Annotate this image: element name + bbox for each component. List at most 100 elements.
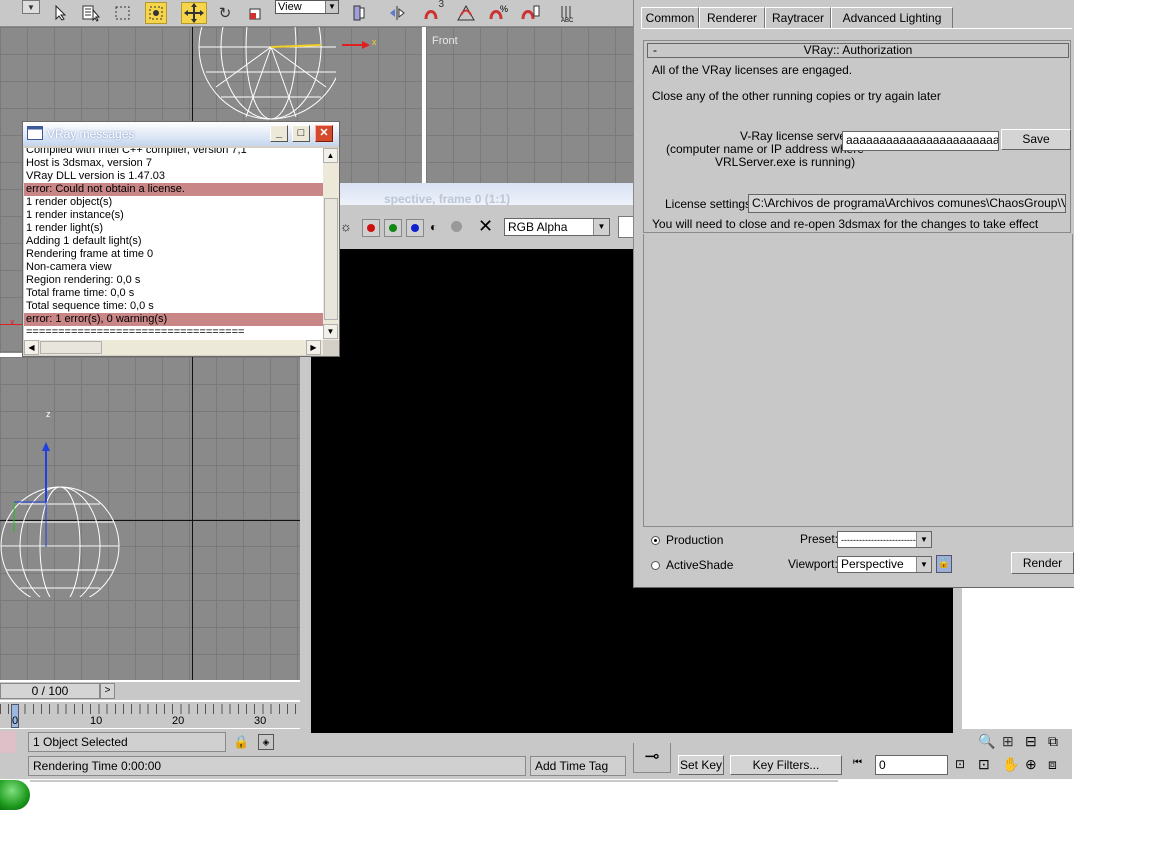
clone-frame-icon[interactable]: ☼ (340, 219, 354, 237)
mono-display-icon[interactable]: ◐ (430, 220, 437, 234)
start-button-orb[interactable] (0, 780, 30, 810)
green-channel-button[interactable] (384, 219, 402, 237)
preset-dropdown[interactable]: ---------------------------- ▼ (837, 531, 932, 548)
pivot-icon[interactable] (348, 2, 370, 24)
add-time-tag-label: Add Time Tag (535, 759, 609, 773)
red-channel-button[interactable] (362, 219, 380, 237)
time-config-icon[interactable]: ⊡ (955, 757, 965, 771)
scroll-up-icon[interactable]: ▲ (323, 148, 338, 163)
log-line: Region rendering: 0,0 s (26, 274, 141, 286)
angle-snap-icon[interactable] (455, 2, 477, 24)
license-server-input[interactable]: aaaaaaaaaaaaaaaaaaaaaaaaaaaaaaa (842, 131, 999, 151)
rotate-icon[interactable]: ↻ (214, 2, 236, 24)
tick-label-30: 30 (254, 715, 267, 727)
track-bar[interactable]: 0 10 20 30 (0, 702, 302, 728)
log-line: 1 render light(s) (26, 222, 104, 234)
goto-start-icon[interactable]: ⏮ (853, 757, 862, 768)
viewport-dropdown[interactable]: Perspective ▼ (837, 556, 932, 573)
pan-icon[interactable]: ✋ (1002, 756, 1019, 773)
hscroll-thumb[interactable] (40, 341, 102, 354)
arc-rotate-icon[interactable]: ⊕ (1025, 756, 1037, 773)
named-selection-icon[interactable]: ABC (557, 2, 579, 24)
vertical-scrollbar[interactable]: ▲ ▼ (323, 148, 339, 340)
world-axis-vertical (192, 357, 193, 680)
zoom-extents-icon[interactable]: ⊟ (1025, 733, 1037, 750)
select-arrow-icon[interactable] (50, 2, 72, 24)
key-mode-icon[interactable]: ⊸ (633, 739, 671, 773)
log-line: Rendering frame at time 0 (26, 248, 154, 260)
horizontal-scrollbar[interactable]: ◀ ▶ (24, 340, 323, 355)
activeshade-label: ActiveShade (666, 558, 734, 572)
close-button[interactable]: ✕ (315, 125, 333, 142)
minimize-button[interactable]: _ (270, 125, 288, 142)
mirror-icon[interactable] (386, 2, 408, 24)
set-key-button[interactable]: Set Key (678, 755, 724, 775)
percent-snap-icon[interactable]: % (487, 2, 509, 24)
scale-icon[interactable] (245, 2, 267, 24)
time-slider-thumb[interactable]: 0 / 100 (0, 683, 100, 699)
current-frame-field[interactable]: 0 (875, 755, 948, 775)
channel-dropdown[interactable]: RGB Alpha ▼ (504, 218, 610, 236)
viewport-left[interactable]: z (0, 357, 302, 680)
snap-3d-icon[interactable]: 3 (422, 0, 444, 24)
save-button[interactable]: Save (1001, 129, 1071, 150)
key-filters-button[interactable]: Key Filters... (730, 755, 842, 775)
rendering-time-text: Rendering Time 0:00:00 (33, 759, 162, 773)
window-crossing-icon[interactable] (145, 2, 167, 24)
alpha-display-icon[interactable] (451, 221, 462, 232)
time-slider-track[interactable]: 0 / 100 > (0, 682, 302, 700)
maximize-viewport-icon[interactable]: ⧈ (1048, 756, 1057, 773)
activeshade-radio[interactable] (651, 561, 660, 570)
zoom-region-icon[interactable]: ⊡ (978, 756, 990, 773)
zoom-icon[interactable]: 🔍 (978, 733, 995, 750)
tab-advanced-lighting[interactable]: Advanced Lighting (831, 7, 953, 28)
license-server-value: aaaaaaaaaaaaaaaaaaaaaaaaaaaaaaa (846, 133, 999, 147)
close-copies-message: Close any of the other running copies or… (652, 89, 941, 103)
log-line: Total sequence time: 0,0 s (26, 300, 154, 312)
collapse-icon: - (653, 43, 657, 57)
next-frame-button[interactable]: > (100, 683, 115, 699)
filter-dropdown-arrow-icon[interactable]: ▼ (22, 0, 40, 14)
region-select-icon[interactable] (112, 2, 134, 24)
current-frame-value: 0 (879, 758, 886, 772)
add-time-tag-button[interactable]: Add Time Tag (530, 756, 626, 776)
spinner-snap-icon[interactable] (519, 2, 541, 24)
blue-channel-button[interactable] (406, 219, 424, 237)
absolute-mode-icon[interactable]: ◈ (258, 734, 274, 750)
license-settings-label: License settings: (665, 197, 755, 211)
red-channel-icon (367, 224, 375, 232)
scroll-down-icon[interactable]: ▼ (323, 324, 338, 339)
save-button-label: Save (1022, 132, 1050, 146)
tab-common[interactable]: Common (641, 7, 699, 28)
sphere-wireframe-left (0, 442, 120, 597)
track-ticks (0, 704, 302, 714)
move-icon[interactable] (181, 2, 207, 24)
license-server-label: V-Ray license server (740, 129, 851, 143)
maxscript-listener-mini[interactable] (0, 731, 16, 753)
maximize-button[interactable]: □ (292, 125, 310, 142)
lock-selection-icon[interactable]: 🔒 (233, 734, 249, 750)
production-radio[interactable] (651, 536, 660, 545)
license-server-hint: (computer name or IP address where (666, 142, 864, 156)
window-app-icon (27, 126, 43, 140)
reference-coord-dropdown[interactable]: View ▼ (275, 0, 339, 14)
color-swatch[interactable] (618, 216, 634, 238)
log-line: Total frame time: 0,0 s (26, 287, 135, 299)
vray-messages-window: VRay messages _ □ ✕ Compiled with Intel … (22, 121, 340, 357)
tab-raytracer[interactable]: Raytracer (765, 7, 831, 28)
scroll-left-icon[interactable]: ◀ (24, 340, 39, 355)
select-by-name-icon[interactable] (80, 2, 102, 24)
clear-icon[interactable]: ✕ (478, 216, 493, 237)
license-settings-field[interactable]: C:\Archivos de programa\Archivos comunes… (748, 194, 1066, 213)
scroll-right-icon[interactable]: ▶ (306, 340, 321, 355)
lock-viewport-icon[interactable]: 🔒 (936, 555, 952, 573)
zoom-all-icon[interactable]: ⊞ (1002, 733, 1014, 750)
scroll-thumb[interactable] (324, 198, 338, 320)
message-log[interactable]: Compiled with Intel C++ compiler, versio… (24, 148, 323, 340)
zoom-extents-all-icon[interactable]: ⧉ (1048, 733, 1058, 750)
vray-messages-titlebar[interactable]: VRay messages _ □ ✕ (23, 122, 339, 146)
render-button[interactable]: Render (1011, 552, 1074, 574)
rollout-panel-empty (643, 234, 1073, 527)
tab-renderer[interactable]: Renderer (699, 7, 765, 28)
rollout-header[interactable]: - VRay:: Authorization (647, 43, 1069, 58)
